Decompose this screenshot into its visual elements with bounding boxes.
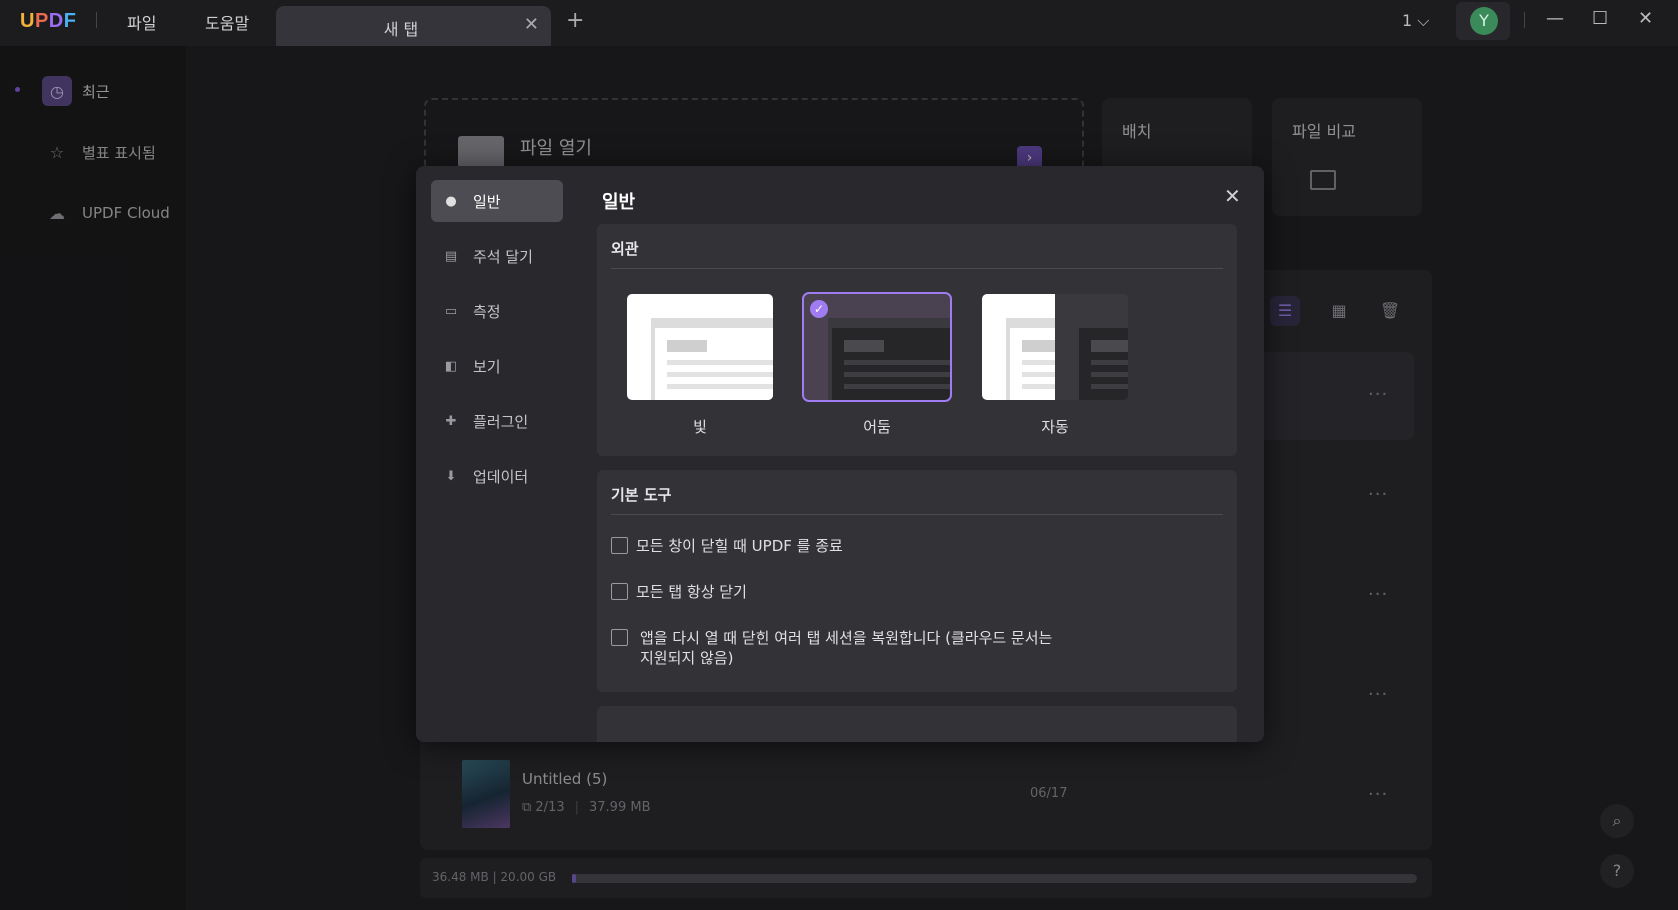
tab-label: 새 탭	[383, 20, 419, 39]
avatar[interactable]: Y	[1470, 7, 1498, 35]
dialog-title: 일반	[602, 192, 636, 213]
minimize-icon[interactable]: —	[1546, 8, 1564, 29]
theme-light-option[interactable]	[627, 294, 773, 400]
general-icon: ●	[445, 193, 457, 209]
option-label: 모든 탭 항상 닫기	[636, 583, 747, 601]
section-heading: 외관	[611, 240, 639, 258]
menu-file[interactable]: 파일	[127, 10, 156, 34]
tab-new[interactable]: 새 탭 ✕	[276, 6, 551, 46]
preferences-dialog: ● 일반 ▤ 주석 달기 ▭ 측정 ◧ 보기 ✚ 플러그인 ⬇ 업데이터 일반 …	[416, 166, 1264, 742]
divider	[96, 12, 97, 28]
close-window-icon[interactable]: ✕	[1638, 8, 1653, 29]
measure-icon: ▭	[444, 303, 458, 319]
nav-updater[interactable]: ⬇ 업데이터	[431, 455, 563, 497]
nav-measure[interactable]: ▭ 측정	[431, 290, 563, 332]
divider	[1524, 12, 1525, 28]
theme-label-dark: 어둠	[863, 418, 891, 436]
checkbox[interactable]	[611, 537, 628, 554]
title-bar: UPDF 파일 도움말 새 탭 ✕ + 1 ⌵ Y — ☐ ✕	[0, 0, 1678, 46]
nav-general[interactable]: ● 일반	[431, 180, 563, 222]
checkbox[interactable]	[611, 583, 628, 600]
update-icon: ⬇	[445, 468, 457, 484]
plugin-icon: ✚	[445, 413, 457, 429]
auto-theme-preview	[982, 294, 1128, 400]
option-label: 앱을 다시 열 때 닫힌 여러 탭 세션을 복원합니다 (클라우드 문서는	[640, 629, 1053, 647]
preferences-nav: ● 일반 ▤ 주석 달기 ▭ 측정 ◧ 보기 ✚ 플러그인 ⬇ 업데이터	[431, 180, 563, 510]
theme-label-auto: 자동	[1041, 418, 1069, 436]
annotate-icon: ▤	[444, 248, 458, 264]
appearance-section: 외관 ✓ 빛 어둠 자동	[597, 224, 1237, 456]
theme-dark-option[interactable]: ✓	[802, 292, 952, 402]
window-count-dropdown[interactable]: 1 ⌵	[1402, 11, 1429, 31]
new-tab-icon[interactable]: +	[566, 8, 584, 33]
option-label: 모든 창이 닫힐 때 UPDF 를 종료	[636, 537, 843, 555]
close-icon[interactable]: ✕	[1224, 184, 1241, 208]
updf-app-window: UPDF 파일 도움말 새 탭 ✕ + 1 ⌵ Y — ☐ ✕ ◷ 최근 ☆ 별…	[0, 0, 1678, 910]
option-label-block: 앱을 다시 열 때 닫힌 여러 탭 세션을 복원합니다 (클라우드 문서는 지원…	[636, 628, 1052, 668]
maximize-icon[interactable]: ☐	[1592, 8, 1608, 29]
light-theme-preview	[627, 294, 773, 400]
nav-annotate[interactable]: ▤ 주석 달기	[431, 235, 563, 277]
nav-label: 주석 달기	[473, 247, 533, 266]
nav-label: 측정	[473, 302, 501, 321]
option-label-continued: 지원되지 않음)	[640, 649, 734, 667]
check-icon: ✓	[810, 300, 828, 318]
nav-label: 보기	[473, 357, 501, 376]
option-restore-tabs[interactable]: 앱을 다시 열 때 닫힌 여러 탭 세션을 복원합니다 (클라우드 문서는 지원…	[611, 628, 1052, 668]
nav-label: 일반	[473, 192, 501, 211]
nav-label: 플러그인	[473, 412, 529, 431]
divider	[611, 268, 1223, 269]
nav-label: 업데이터	[473, 467, 529, 486]
theme-label-light: 빛	[693, 418, 707, 436]
updf-logo: UPDF	[20, 10, 77, 32]
menu-help[interactable]: 도움말	[205, 10, 249, 34]
option-always-close-tabs[interactable]: 모든 탭 항상 닫기	[611, 582, 747, 602]
nav-plugin[interactable]: ✚ 플러그인	[431, 400, 563, 442]
view-icon: ◧	[444, 358, 458, 374]
section-heading: 기본 도구	[611, 486, 672, 504]
checkbox[interactable]	[611, 629, 628, 646]
divider	[611, 514, 1223, 515]
next-section	[597, 706, 1237, 742]
basic-tools-section: 기본 도구 모든 창이 닫힐 때 UPDF 를 종료 모든 탭 항상 닫기 앱을…	[597, 470, 1237, 692]
option-quit-on-close[interactable]: 모든 창이 닫힐 때 UPDF 를 종료	[611, 536, 843, 556]
theme-auto-option[interactable]	[982, 294, 1128, 400]
nav-view[interactable]: ◧ 보기	[431, 345, 563, 387]
tab-close-icon[interactable]: ✕	[524, 14, 539, 35]
